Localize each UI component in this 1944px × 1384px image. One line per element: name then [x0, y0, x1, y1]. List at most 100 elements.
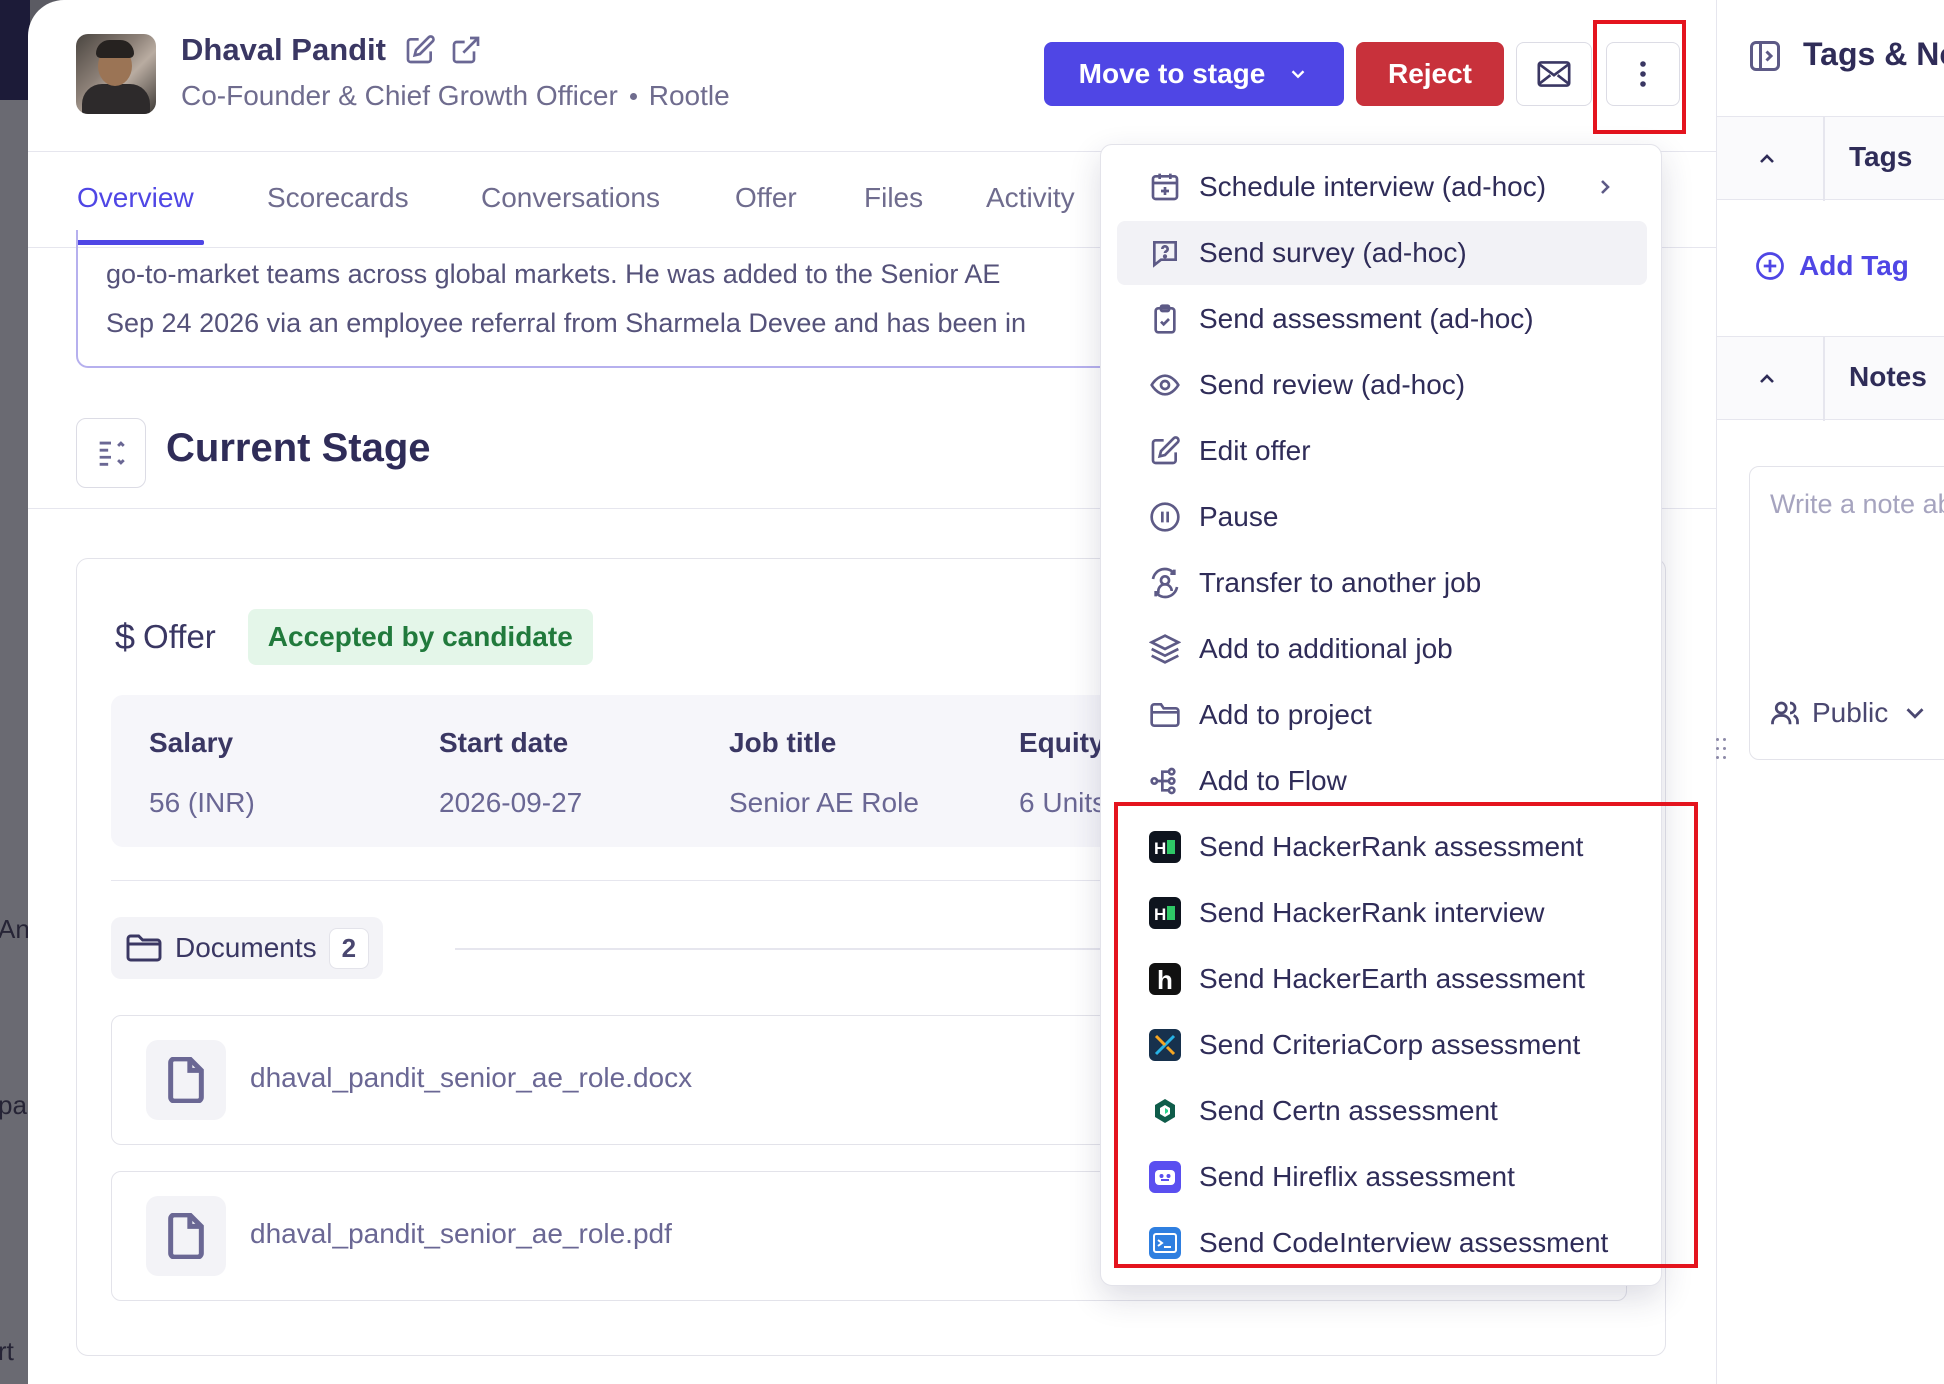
panel-toggle-icon[interactable]: [1747, 38, 1783, 79]
document-name[interactable]: dhaval_pandit_senior_ae_role.pdf: [250, 1218, 672, 1250]
move-to-stage-label: Move to stage: [1078, 58, 1266, 89]
add-tag-label: Add Tag: [1799, 250, 1909, 281]
pause-icon: [1147, 499, 1183, 535]
tags-notes-panel: Tags & Notes Tags Add Tag Notes Public: [1716, 0, 1944, 1384]
dollar-icon: $: [115, 616, 136, 657]
panel-title: Tags & Notes: [1803, 36, 1944, 72]
offer-col-header: Job title: [729, 727, 837, 758]
chevron-down-icon: [1292, 70, 1305, 79]
offer-header: $ Offer Accepted by candidate: [115, 609, 593, 665]
tab-overview[interactable]: Overview: [77, 182, 194, 214]
current-stage-title: Current Stage: [166, 426, 431, 470]
menu-item-schedule-interview[interactable]: Schedule interview (ad-hoc): [1117, 155, 1647, 219]
external-link-icon[interactable]: [450, 34, 482, 71]
menu-item-label: Send review (ad-hoc): [1199, 369, 1466, 400]
candidate-role: Co-Founder & Chief Growth Officer: [181, 80, 618, 111]
menu-item-label: Edit offer: [1199, 435, 1311, 466]
note-input[interactable]: [1770, 489, 1944, 520]
annotation-highlight: [1114, 802, 1698, 1268]
folder-icon: [126, 934, 162, 962]
menu-item-label: Add to project: [1199, 699, 1372, 730]
resize-handle[interactable]: [1714, 736, 1730, 764]
notes-section-header[interactable]: Notes: [1717, 336, 1944, 421]
chevron-right-icon: [1593, 175, 1617, 204]
menu-item-edit-offer[interactable]: Edit offer: [1117, 419, 1647, 483]
document-name[interactable]: dhaval_pandit_senior_ae_role.docx: [250, 1062, 692, 1094]
separator-dot: [629, 92, 637, 100]
menu-item-add-additional-job[interactable]: Add to additional job: [1117, 617, 1647, 681]
reject-button[interactable]: Reject: [1356, 42, 1504, 106]
menu-item-add-project[interactable]: Add to project: [1117, 683, 1647, 747]
menu-item-transfer-job[interactable]: Transfer to another job: [1117, 551, 1647, 615]
offer-col-value: 56 (INR): [149, 787, 255, 818]
tab-activity[interactable]: Activity: [986, 182, 1075, 214]
candidate-subtitle: Co-Founder & Chief Growth Officer Rootle: [181, 80, 730, 112]
eye-icon: [1147, 367, 1183, 403]
stage-list-icon[interactable]: [76, 418, 146, 488]
tags-section-header[interactable]: Tags: [1717, 116, 1944, 201]
offer-col-value: Senior AE Role: [729, 787, 919, 818]
mail-icon: [1537, 61, 1571, 87]
background-header: [0, 0, 30, 100]
menu-item-label: Send assessment (ad-hoc): [1199, 303, 1534, 334]
tab-scorecards[interactable]: Scorecards: [267, 182, 409, 214]
visibility-select[interactable]: Public: [1770, 697, 1930, 729]
email-button[interactable]: [1516, 42, 1592, 106]
tab-offer[interactable]: Offer: [735, 182, 797, 214]
offer-col-header: Salary: [149, 727, 234, 758]
status-badge: Accepted by candidate: [247, 609, 593, 665]
menu-item-send-survey[interactable]: Send survey (ad-hoc): [1117, 221, 1647, 285]
offer-col-header: Start date: [439, 727, 569, 758]
chevron-up-icon[interactable]: [1755, 367, 1779, 396]
file-icon: [146, 1196, 226, 1276]
documents-count-badge: 2: [328, 927, 370, 969]
tab-conversations[interactable]: Conversations: [481, 182, 660, 214]
edit-icon: [1147, 433, 1183, 469]
menu-item-label: Pause: [1199, 501, 1279, 532]
offer-col-header: Equity: [1019, 727, 1105, 758]
clipboard-check-icon: [1147, 301, 1183, 337]
background-text: An: [0, 914, 30, 944]
file-icon: [146, 1040, 226, 1120]
tags-label: Tags: [1849, 141, 1913, 172]
move-to-stage-button[interactable]: Move to stage: [1044, 42, 1344, 106]
offer-col-value: 6 Units: [1019, 787, 1107, 818]
candidate-company: Rootle: [648, 80, 730, 111]
edit-icon[interactable]: [404, 34, 436, 71]
candidate-name: Dhaval Pandit: [181, 32, 386, 67]
flow-icon: [1147, 763, 1183, 799]
chevron-down-icon: [1906, 708, 1924, 719]
offer-label: Offer: [143, 618, 216, 655]
visibility-label: Public: [1812, 697, 1889, 728]
menu-item-send-assessment[interactable]: Send assessment (ad-hoc): [1117, 287, 1647, 351]
background-text: pa: [0, 1090, 27, 1120]
annotation-highlight: [1593, 20, 1686, 134]
menu-item-label: Add to Flow: [1199, 765, 1347, 796]
name-actions: [404, 34, 482, 71]
calendar-plus-icon: [1147, 169, 1183, 205]
menu-item-pause[interactable]: Pause: [1117, 485, 1647, 549]
offer-col-value: 2026-09-27: [439, 787, 583, 818]
avatar: [76, 34, 156, 114]
menu-item-label: Add to additional job: [1199, 633, 1453, 664]
layers-icon: [1147, 631, 1183, 667]
users-icon: [1771, 701, 1799, 725]
note-editor: Public: [1749, 466, 1944, 760]
chevron-up-icon[interactable]: [1755, 147, 1779, 176]
survey-icon: [1147, 235, 1183, 271]
documents-section-toggle[interactable]: Documents 2: [111, 917, 384, 979]
plus-circle-icon: [1756, 252, 1784, 280]
transfer-icon: [1147, 565, 1183, 601]
background-page: An pa rt: [0, 0, 30, 1384]
notes-label: Notes: [1849, 361, 1927, 392]
menu-item-label: Send survey (ad-hoc): [1199, 237, 1467, 268]
candidate-header: Dhaval Pandit Co-Founder & Chief Growth …: [28, 0, 1716, 152]
background-text: rt: [0, 1336, 14, 1366]
add-tag-button[interactable]: Add Tag: [1755, 250, 1909, 282]
menu-item-send-review[interactable]: Send review (ad-hoc): [1117, 353, 1647, 417]
folder-icon: [1147, 697, 1183, 733]
documents-label: Documents: [175, 932, 317, 963]
menu-item-label: Schedule interview (ad-hoc): [1199, 171, 1547, 202]
menu-item-label: Transfer to another job: [1199, 567, 1482, 598]
tab-files[interactable]: Files: [864, 182, 923, 214]
